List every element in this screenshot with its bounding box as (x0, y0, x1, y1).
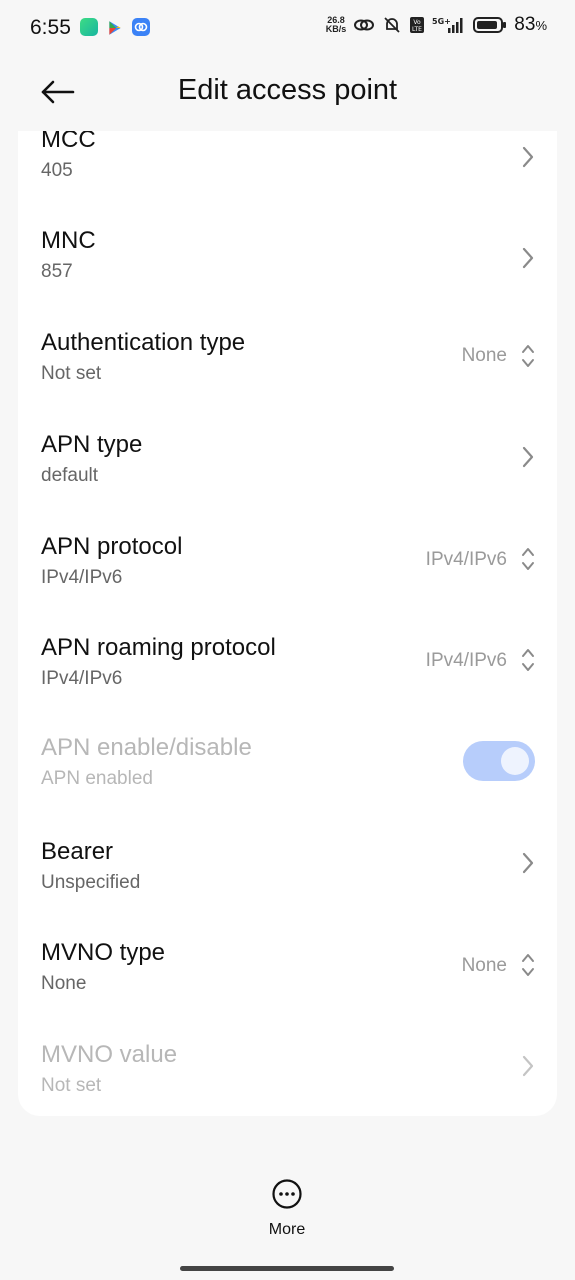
setting-title: MNC (41, 227, 96, 254)
setting-mvno-type[interactable]: MVNO type None None (18, 935, 557, 1036)
battery-level: 83% (514, 14, 547, 35)
toggle-knob (501, 747, 529, 775)
setting-title: APN roaming protocol (41, 634, 276, 661)
chevron-right-icon (522, 1055, 534, 1077)
setting-subtitle: IPv4/IPv6 (41, 567, 123, 588)
chevron-right-icon (522, 852, 534, 874)
setting-subtitle: Not set (41, 1075, 102, 1096)
setting-apn-type[interactable]: APN type default (18, 427, 557, 528)
setting-value: IPv4/IPv6 (425, 549, 507, 570)
setting-subtitle: IPv4/IPv6 (41, 668, 123, 689)
setting-title: APN type (41, 431, 143, 458)
setting-subtitle: 405 (41, 160, 73, 181)
setting-title: Authentication type (41, 329, 246, 356)
setting-mcc[interactable]: MCC 405 (18, 131, 557, 223)
setting-title: MVNO type (41, 939, 166, 966)
setting-title: MCC (41, 131, 96, 153)
up-down-arrows-icon (522, 345, 534, 367)
setting-title: MVNO value (41, 1041, 178, 1068)
more-horizontal-icon (272, 1179, 302, 1209)
setting-mnc[interactable]: MNC 857 (18, 223, 557, 324)
setting-title: APN enable/disable (41, 734, 252, 761)
link-app-icon (132, 18, 150, 36)
more-button[interactable]: More (237, 1178, 337, 1238)
setting-subtitle: Not set (41, 363, 102, 384)
app-bar: Edit access point (0, 60, 575, 124)
up-down-arrows-icon (522, 649, 534, 671)
chevron-right-icon (522, 247, 534, 269)
hotspot-link-icon (354, 19, 375, 31)
setting-subtitle: 857 (41, 261, 73, 282)
network-speed: 26.8 KB/s (325, 15, 347, 34)
setting-subtitle: Unspecified (41, 872, 141, 893)
play-store-icon (109, 21, 121, 35)
signal-5g-icon: 5G+ (432, 17, 463, 33)
svg-text:Vo: Vo (414, 19, 422, 26)
page-title: Edit access point (177, 74, 398, 106)
setting-apn-protocol[interactable]: APN protocol IPv4/IPv6 IPv4/IPv6 (18, 529, 557, 630)
volte-icon: VoLTE (410, 17, 425, 33)
app-notification-icon (80, 18, 98, 36)
settings-card: MCC 405 MNC 857 Authentication type Not … (18, 131, 557, 1116)
setting-bearer[interactable]: Bearer Unspecified (18, 834, 557, 935)
setting-apn-enable-disable: APN enable/disable APN enabled (18, 732, 557, 833)
status-time: 6:55 (30, 16, 71, 39)
apn-enable-toggle (463, 741, 535, 781)
chevron-right-icon (522, 446, 534, 468)
battery-icon (473, 17, 507, 33)
setting-mvno-value: MVNO value Not set (18, 1037, 557, 1116)
setting-value: None (461, 955, 507, 976)
home-indicator[interactable] (180, 1266, 394, 1271)
up-down-arrows-icon (522, 548, 534, 570)
setting-value: None (461, 345, 507, 366)
chevron-right-icon (522, 146, 534, 168)
setting-authentication-type[interactable]: Authentication type Not set None (18, 325, 557, 426)
mute-bell-icon (384, 17, 400, 33)
up-down-arrows-icon (522, 954, 534, 976)
status-bar: 6:55 26.8 KB/s Vo LTE 5G+ 83% (0, 0, 575, 56)
svg-text:LTE: LTE (412, 26, 422, 33)
setting-subtitle: default (41, 465, 99, 486)
setting-title: Bearer (41, 838, 114, 865)
more-label: More (268, 1221, 306, 1238)
svg-text:5G+: 5G+ (432, 17, 451, 26)
setting-subtitle: APN enabled (41, 768, 153, 789)
status-icons: 26.8 KB/s Vo LTE 5G+ 83% (326, 14, 547, 36)
setting-value: IPv4/IPv6 (425, 650, 507, 671)
setting-apn-roaming-protocol[interactable]: APN roaming protocol IPv4/IPv6 IPv4/IPv6 (18, 630, 557, 731)
setting-title: APN protocol (41, 533, 183, 560)
setting-subtitle: None (41, 973, 87, 994)
